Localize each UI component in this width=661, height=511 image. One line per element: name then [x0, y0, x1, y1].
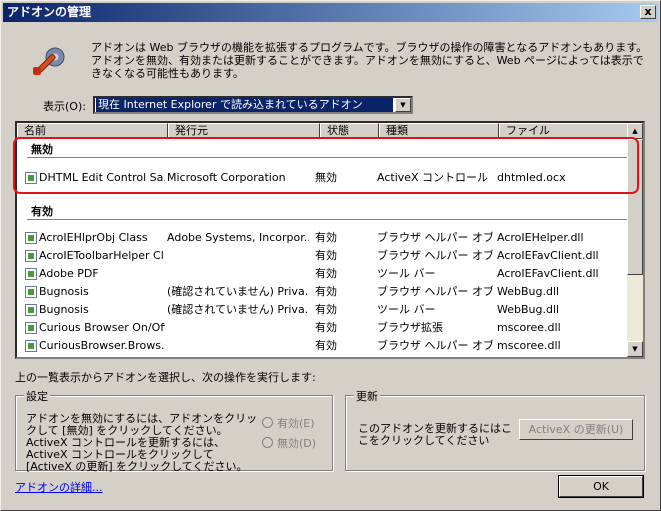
table-row[interactable]: Adobe PDF 有効 ツール バー AcroIEFavClient.dll [17, 265, 629, 283]
cell-type: ツール バー [377, 303, 436, 316]
radio-circle-icon [262, 417, 273, 428]
table-row[interactable]: Bugnosis (確認されていません) Priva... 有効 ツール バー WebB… [17, 301, 629, 319]
cell-status: 有効 [315, 321, 337, 334]
table-row[interactable]: CuriousBrowser.Brows... 有効 ブラウザ ヘルパー オブ...… [17, 337, 629, 355]
addon-icon [25, 322, 37, 334]
cell-publisher: Adobe Systems, Incorpor... [167, 231, 309, 244]
show-dropdown[interactable]: 現在 Internet Explorer で読み込まれているアドオン ▼ [93, 96, 413, 114]
addon-icon [25, 250, 37, 262]
table-row[interactable]: Bugnosis (確認されていません) Priva... 有効 ブラウザ ヘルパー … [17, 283, 629, 301]
show-dropdown-value: 現在 Internet Explorer で読み込まれているアドオン [96, 98, 393, 112]
cell-status: 有効 [315, 303, 337, 316]
cell-name: Curious Browser On/Off [39, 321, 165, 334]
description-text: アドオンは Web ブラウザの機能を拡張するプログラムです。ブラウザの操作の障害… [91, 41, 648, 80]
group-title: 有効 [31, 205, 53, 218]
cell-name: Bugnosis [39, 303, 89, 316]
enable-radio-label: 有効(E) [277, 417, 315, 430]
cell-name: AcroIEToolbarHelper Cl... [39, 249, 165, 262]
update-group: 更新 このアドオンを更新するにはここをクリックしてください ActiveX の更… [345, 388, 645, 471]
addon-icon [25, 304, 37, 316]
cell-publisher: (確認されていません) Priva... [167, 303, 309, 316]
title-bar: アドオンの管理 x [3, 3, 658, 22]
cell-type: ブラウザ ヘルパー オブ... [377, 285, 493, 298]
cell-name: AcroIEHlprObj Class [39, 231, 148, 244]
cell-file: mscoree.dll [497, 321, 561, 334]
cell-type: ブラウザ ヘルパー オブ... [377, 231, 493, 244]
addon-icon [25, 268, 37, 280]
update-text: このアドオンを更新するにはここをクリックしてください [358, 422, 512, 447]
cell-file: WebBug.dll [497, 285, 560, 298]
cell-type: ツール バー [377, 267, 436, 280]
cell-status: 有効 [315, 267, 337, 280]
close-button[interactable]: x [640, 5, 656, 19]
addon-tools-icon [33, 47, 65, 75]
cell-name: Adobe PDF [39, 267, 99, 280]
update-title: 更新 [354, 388, 380, 404]
addon-manager-window: アドオンの管理 x アドオンは Web ブラウザの機能を拡張するプログラムです。… [0, 0, 661, 511]
chevron-down-icon[interactable]: ▼ [395, 98, 411, 112]
cell-type: ブラウザ拡張 [377, 321, 443, 334]
cell-status: 有効 [315, 285, 337, 298]
cell-file: AcroIEFavClient.dll [497, 267, 599, 280]
addon-icon [25, 340, 37, 352]
action-caption: 上の一覧表示からアドオンを選択し、次の操作を実行します: [15, 371, 316, 384]
activex-update-button[interactable]: ActiveX の更新(U) [519, 419, 633, 440]
disable-radio[interactable]: 無効(D) [262, 435, 316, 451]
window-title: アドオンの管理 [7, 5, 92, 19]
cell-name: CuriousBrowser.Brows... [39, 339, 165, 352]
cell-status: 有効 [315, 231, 337, 244]
settings-title: 設定 [24, 388, 50, 404]
highlight-outline [13, 137, 639, 194]
cell-file: WebBug.dll [497, 303, 560, 316]
addon-icon [25, 232, 37, 244]
settings-group: 設定 アドオンを無効にするには、アドオンをクリックして [無効] をクリックして… [15, 388, 333, 473]
cell-file: AcroIEHelper.dll [497, 231, 584, 244]
radio-circle-icon [262, 437, 273, 448]
cell-type: ブラウザ ヘルパー オブ... [377, 249, 493, 262]
cell-publisher: (確認されていません) Priva... [167, 285, 309, 298]
settings-text: アドオンを無効にするには、アドオンをクリックして [無効] をクリックしてくださ… [26, 412, 258, 473]
cell-file: AcroIEFavClient.dll [497, 249, 599, 262]
cell-status: 有効 [315, 249, 337, 262]
disable-radio-label: 無効(D) [277, 437, 317, 450]
addon-icon [25, 286, 37, 298]
group-divider [27, 219, 627, 220]
table-row[interactable]: AcroIEToolbarHelper Cl... 有効 ブラウザ ヘルパー オブ.… [17, 247, 629, 265]
cell-file: mscoree.dll [497, 339, 561, 352]
cell-type: ブラウザ ヘルパー オブ... [377, 339, 493, 352]
table-row[interactable]: Curious Browser On/Off 有効 ブラウザ拡張 mscoree.dl… [17, 319, 629, 337]
table-row[interactable]: AcroIEHlprObj Class Adobe Systems, Incorp… [17, 229, 629, 247]
cell-status: 有効 [315, 339, 337, 352]
ok-button[interactable]: OK [558, 475, 644, 498]
scroll-down-icon[interactable]: ▼ [627, 341, 643, 357]
cell-name: Bugnosis [39, 285, 89, 298]
enable-radio[interactable]: 有効(E) [262, 415, 315, 431]
show-label: 表示(O): [43, 100, 86, 113]
addon-details-link[interactable]: アドオンの詳細... [15, 479, 103, 495]
